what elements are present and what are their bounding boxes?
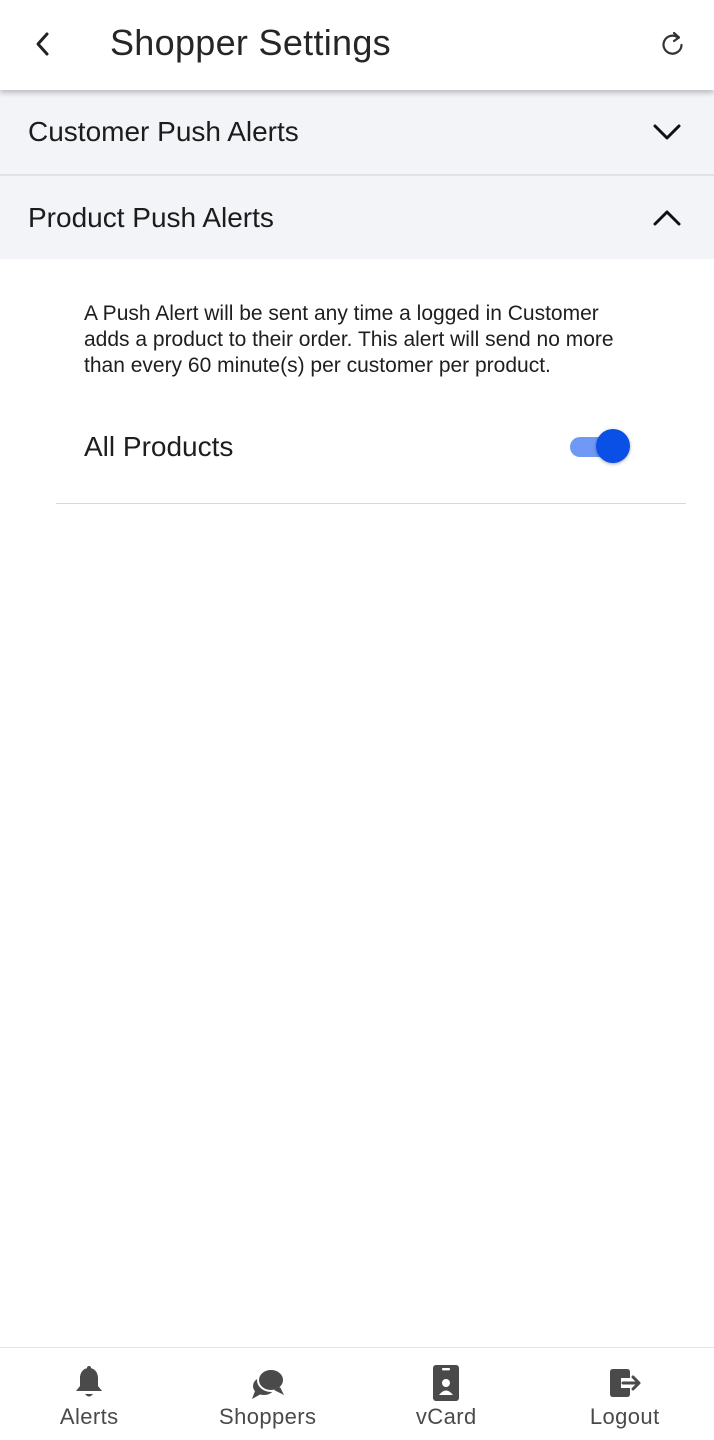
accordion-label: Product Push Alerts: [28, 201, 274, 233]
app-screen: Shopper Settings Customer Push Alerts Pr…: [0, 0, 714, 1440]
back-button[interactable]: [24, 24, 60, 64]
nav-label: Logout: [589, 1404, 660, 1429]
chevron-up-icon: [652, 176, 682, 259]
logout-icon: [606, 1364, 644, 1402]
chevron-left-icon: [36, 32, 49, 56]
nav-item-alerts[interactable]: Alerts: [0, 1348, 179, 1440]
top-app-bar: Shopper Settings: [0, 0, 714, 90]
all-products-toggle[interactable]: [568, 429, 632, 465]
accordion-customer-push-alerts[interactable]: Customer Push Alerts: [0, 90, 714, 176]
page-title: Shopper Settings: [110, 22, 391, 63]
toggle-thumb: [596, 429, 630, 463]
chat-icon: [249, 1364, 287, 1402]
nav-label: vCard: [415, 1404, 477, 1429]
bell-icon: [70, 1364, 108, 1402]
refresh-button[interactable]: [654, 24, 692, 64]
refresh-icon: [662, 31, 683, 55]
nav-label: Alerts: [59, 1404, 119, 1429]
accordion-product-push-alerts[interactable]: Product Push Alerts: [0, 176, 714, 259]
chevron-down-icon: [652, 90, 682, 174]
accordion-label: Customer Push Alerts: [28, 116, 299, 147]
bottom-navigation: Alerts Shoppers vCard Logout: [0, 1347, 714, 1440]
divider: [56, 503, 686, 504]
nav-item-shoppers[interactable]: Shoppers: [179, 1348, 358, 1440]
nav-item-logout[interactable]: Logout: [536, 1348, 714, 1440]
nav-label: Shoppers: [219, 1404, 317, 1429]
nav-item-vcard[interactable]: vCard: [357, 1348, 536, 1440]
all-products-row: All Products: [84, 425, 634, 469]
id-card-icon: [427, 1364, 465, 1402]
toggle-label: All Products: [84, 431, 234, 462]
alert-description: A Push Alert will be sent any time a log…: [84, 302, 614, 377]
